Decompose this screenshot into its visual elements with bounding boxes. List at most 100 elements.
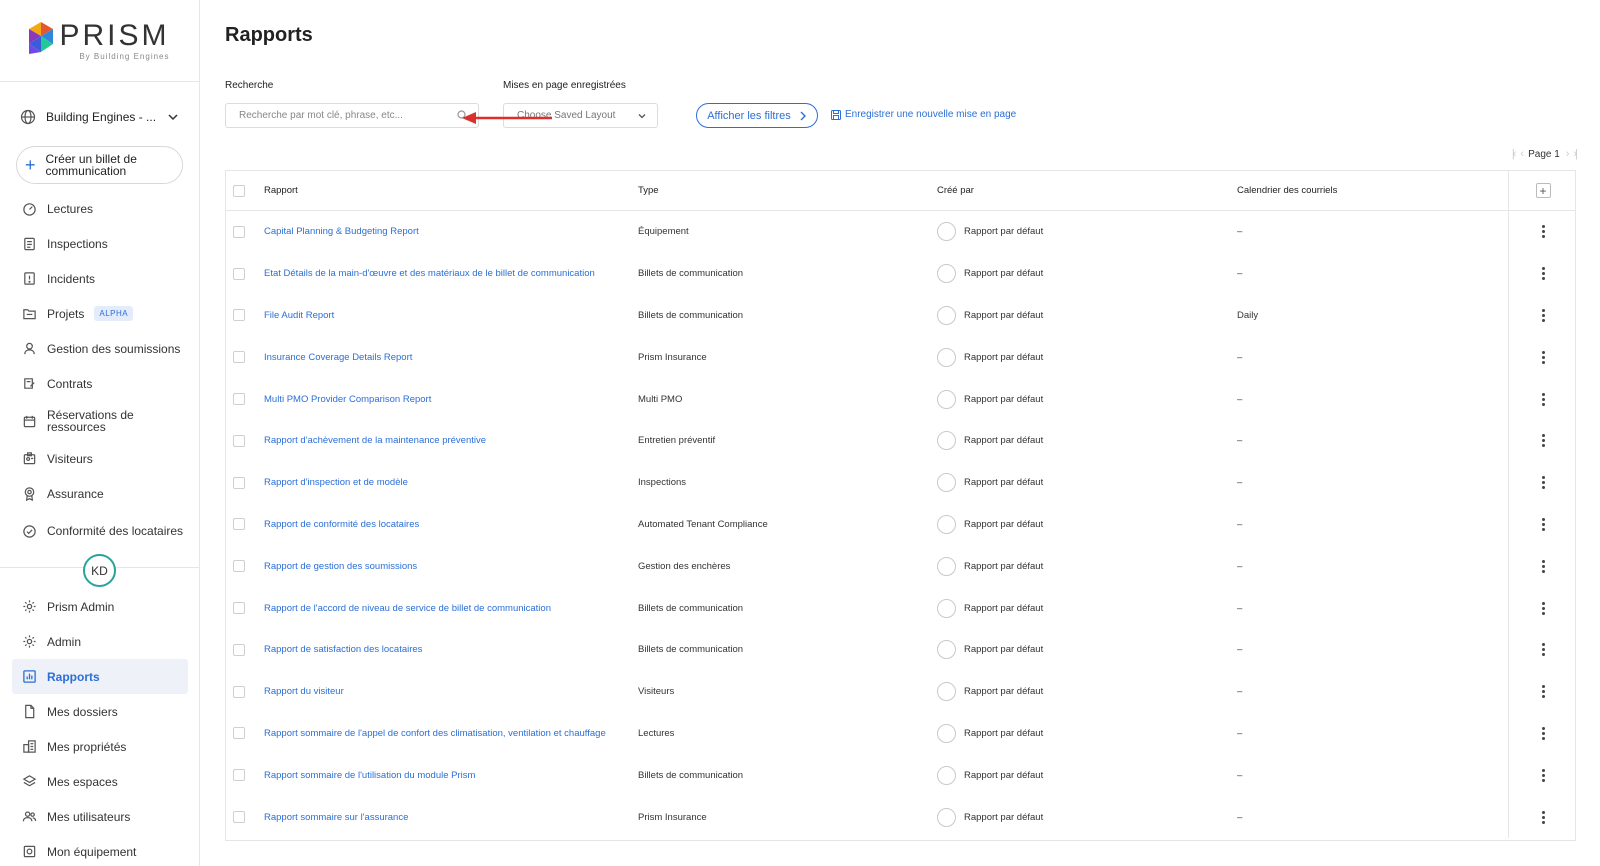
- col-header-name[interactable]: Rapport: [264, 171, 298, 210]
- row-checkbox[interactable]: [233, 769, 245, 782]
- report-link[interactable]: Etat Détails de la main-d'œuvre et des m…: [264, 253, 595, 295]
- first-page-icon[interactable]: |‹: [1512, 148, 1516, 160]
- sidebar-item-mon-equipement[interactable]: Mon équipement: [12, 834, 188, 866]
- sidebar-item-rapports[interactable]: Rapports: [12, 659, 188, 694]
- row-checkbox[interactable]: [233, 685, 245, 698]
- select-all-checkbox[interactable]: [233, 184, 245, 197]
- row-checkbox[interactable]: [233, 267, 245, 280]
- col-header-type[interactable]: Type: [638, 171, 659, 210]
- report-link[interactable]: Rapport de conformité des locataires: [264, 504, 419, 546]
- create-ticket-button[interactable]: + Créer un billet de communication: [16, 146, 183, 184]
- email-schedule: –: [1237, 268, 1243, 280]
- report-link[interactable]: Rapport d'achèvement de la maintenance p…: [264, 420, 486, 462]
- sidebar-item-label: Admin: [47, 634, 82, 649]
- col-header-calendar[interactable]: Calendrier des courriels: [1237, 171, 1337, 210]
- row-checkbox[interactable]: [233, 518, 245, 531]
- row-checkbox[interactable]: [233, 434, 245, 447]
- sidebar-item-mes-dossiers[interactable]: Mes dossiers: [12, 694, 188, 729]
- created-by: Rapport par défaut: [964, 393, 1044, 405]
- prev-page-icon[interactable]: ‹: [1520, 148, 1523, 160]
- row-checkbox[interactable]: [233, 811, 245, 824]
- sidebar-item-prism-admin[interactable]: Prism Admin: [12, 589, 188, 624]
- report-link[interactable]: Rapport d'inspection et de modèle: [264, 462, 408, 504]
- sidebar-item-incidents[interactable]: Incidents: [12, 261, 188, 296]
- more-options-icon[interactable]: [1541, 350, 1545, 364]
- last-page-icon[interactable]: ›|: [1573, 148, 1577, 160]
- created-by: Rapport par défaut: [964, 351, 1044, 363]
- created-by: Rapport par défaut: [964, 769, 1044, 781]
- sidebar-item-visiteurs[interactable]: Visiteurs: [12, 441, 188, 476]
- more-options-icon[interactable]: [1541, 434, 1545, 448]
- more-options-icon[interactable]: [1541, 685, 1545, 699]
- report-link[interactable]: File Audit Report: [264, 295, 334, 337]
- report-link[interactable]: Multi PMO Provider Comparison Report: [264, 378, 431, 420]
- more-options-icon[interactable]: [1541, 392, 1545, 406]
- save-layout-link[interactable]: Enregistrer une nouvelle mise en page: [831, 109, 1016, 120]
- row-checkbox[interactable]: [233, 476, 245, 489]
- more-options-icon[interactable]: [1541, 308, 1545, 322]
- next-page-icon[interactable]: ›: [1566, 148, 1569, 160]
- sidebar-item-assurance[interactable]: Assurance: [12, 476, 188, 511]
- row-checkbox[interactable]: [233, 309, 245, 322]
- sidebar-item-contrats[interactable]: Contrats: [12, 366, 188, 401]
- col-header-created-by[interactable]: Créé par: [937, 171, 974, 210]
- more-options-icon[interactable]: [1541, 476, 1545, 490]
- report-link[interactable]: Rapport de l'accord de niveau de service…: [264, 587, 551, 629]
- report-type: Équipement: [638, 226, 689, 238]
- row-checkbox[interactable]: [233, 560, 245, 573]
- sidebar-item-inspections[interactable]: Inspections: [12, 226, 188, 261]
- sidebar-item-mes-espaces[interactable]: Mes espaces: [12, 764, 188, 799]
- report-link[interactable]: Rapport sommaire de l'utilisation du mod…: [264, 754, 475, 796]
- report-link[interactable]: Insurance Coverage Details Report: [264, 336, 412, 378]
- report-link[interactable]: Rapport du visiteur: [264, 671, 344, 713]
- pagination: |‹ ‹ Page 1 › ›|: [1512, 148, 1578, 160]
- more-options-icon[interactable]: [1541, 225, 1545, 239]
- avatar[interactable]: KD: [83, 554, 116, 587]
- more-options-icon[interactable]: [1541, 517, 1545, 531]
- more-options-icon[interactable]: [1541, 559, 1545, 573]
- email-schedule: –: [1237, 477, 1243, 489]
- show-filters-button[interactable]: Afficher les filtres: [696, 103, 818, 128]
- sidebar-item-label: Gestion des soumissions: [47, 341, 181, 356]
- report-link[interactable]: Rapport de satisfaction des locataires: [264, 629, 422, 671]
- more-options-icon[interactable]: [1541, 601, 1545, 615]
- report-type: Automated Tenant Compliance: [638, 518, 768, 530]
- created-by: Rapport par défaut: [964, 560, 1044, 572]
- more-options-icon[interactable]: [1541, 768, 1545, 782]
- row-checkbox[interactable]: [233, 643, 245, 656]
- sidebar-item-projets[interactable]: Projets ALPHA: [12, 296, 188, 331]
- sidebar-item-mes-utilisateurs[interactable]: Mes utilisateurs: [12, 799, 188, 834]
- add-column-button[interactable]: +: [1535, 183, 1551, 198]
- logo[interactable]: PRISM By Building Engines: [0, 0, 199, 82]
- badge-icon: [22, 451, 37, 466]
- org-selector[interactable]: Building Engines - ...: [0, 82, 199, 152]
- report-link[interactable]: Rapport sommaire sur l'assurance: [264, 796, 408, 838]
- sidebar-item-label: Mes espaces: [47, 774, 118, 789]
- row-checkbox[interactable]: [233, 351, 245, 364]
- sidebar-item-lectures[interactable]: Lectures: [12, 191, 188, 226]
- row-checkbox[interactable]: [233, 225, 245, 238]
- sidebar-item-label: Incidents: [47, 271, 96, 286]
- row-checkbox[interactable]: [233, 602, 245, 615]
- sidebar-item-conformite-des-locataires[interactable]: Conformité des locataires: [12, 511, 188, 551]
- report-link[interactable]: Rapport sommaire de l'appel de confort d…: [264, 713, 606, 755]
- award-icon: [22, 486, 37, 501]
- sidebar-item-gestion-des-soumissions[interactable]: Gestion des soumissions: [12, 331, 188, 366]
- row-checkbox[interactable]: [233, 393, 245, 406]
- sidebar-item-admin[interactable]: Admin: [12, 624, 188, 659]
- more-options-icon[interactable]: [1541, 267, 1545, 281]
- search-input[interactable]: [239, 110, 457, 121]
- sidebar-item-reservations-de-ressources[interactable]: Réservations de ressources: [12, 401, 188, 441]
- report-link[interactable]: Capital Planning & Budgeting Report: [264, 211, 419, 253]
- row-checkbox[interactable]: [233, 727, 245, 740]
- search-box[interactable]: [225, 103, 479, 128]
- show-filters-label: Afficher les filtres: [707, 109, 791, 122]
- table-row: Rapport de l'accord de niveau de service…: [226, 587, 1575, 629]
- more-options-icon[interactable]: [1541, 726, 1545, 740]
- report-link[interactable]: Rapport de gestion des soumissions: [264, 545, 417, 587]
- more-options-icon[interactable]: [1541, 810, 1545, 824]
- more-options-icon[interactable]: [1541, 643, 1545, 657]
- table-body: Capital Planning & Budgeting Report Équip…: [226, 211, 1575, 838]
- email-schedule: –: [1237, 560, 1243, 572]
- sidebar-item-mes-proprietes[interactable]: Mes propriétés: [12, 729, 188, 764]
